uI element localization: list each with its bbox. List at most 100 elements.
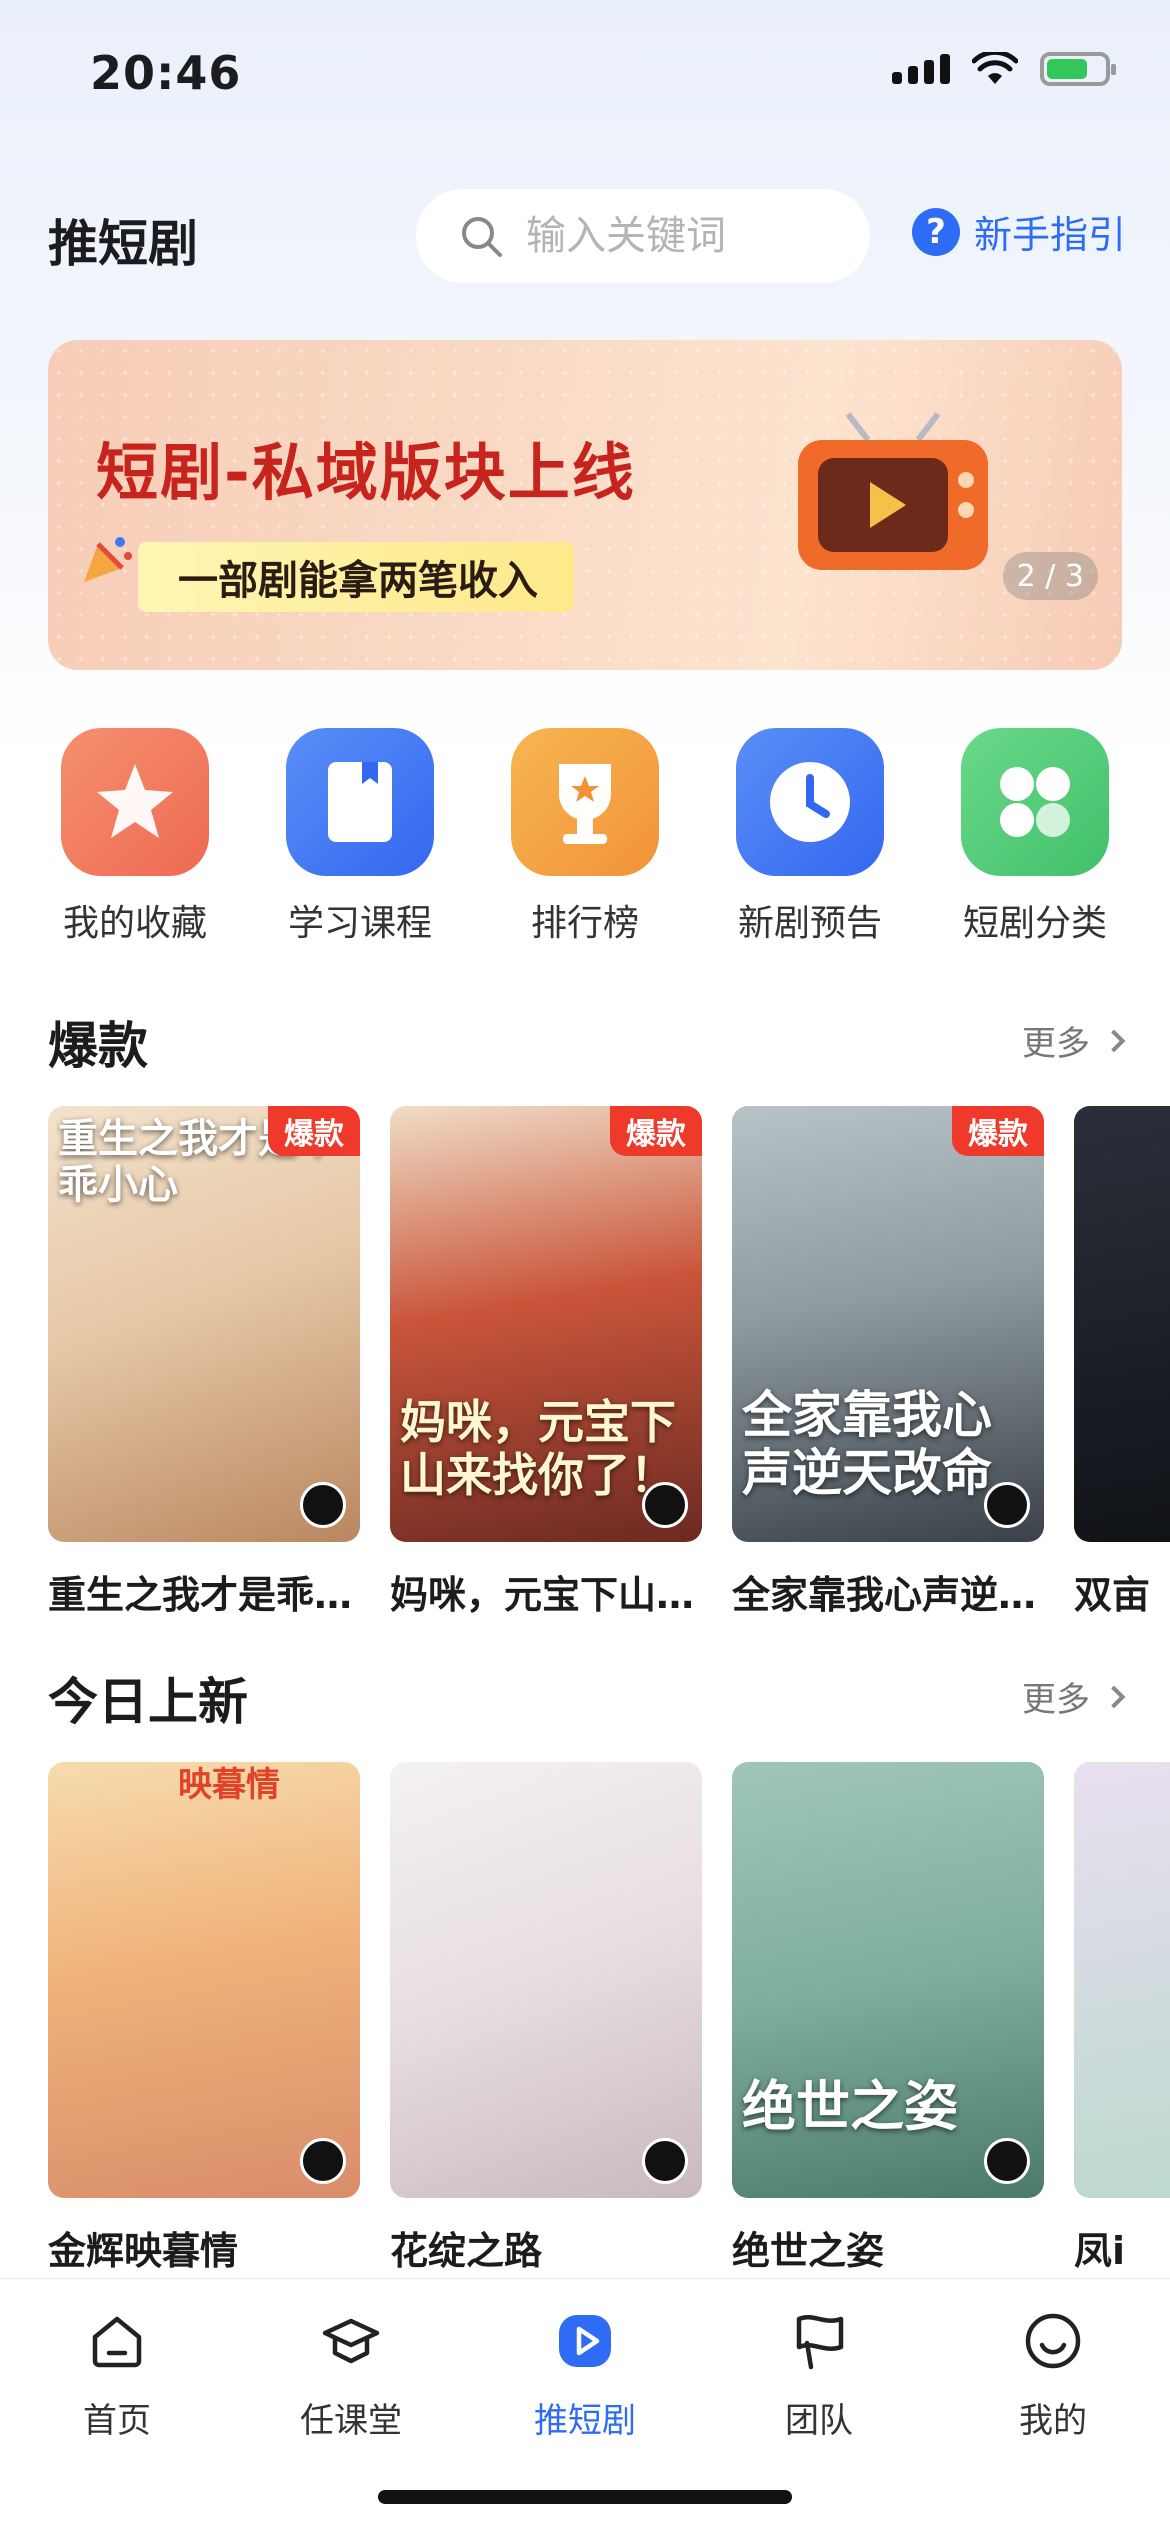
banner-title: 短剧-私域版块上线: [96, 436, 636, 509]
question-mark-icon: ?: [912, 207, 960, 256]
party-popper-icon: [84, 537, 132, 582]
search-input[interactable]: [526, 213, 826, 259]
poster-title: 全家靠我心声逆天改命: [742, 1386, 992, 1502]
hot-section-header: 爆款 更多: [48, 998, 1126, 1078]
home-indicator: [378, 2490, 792, 2504]
quick-nav: 我的收藏 学习课程 排行榜 新剧预告 短剧分类: [0, 728, 1170, 948]
drama-title: 双亩: [1074, 1573, 1151, 1617]
wifi-icon: [972, 52, 1018, 84]
tab-home[interactable]: 首页: [0, 2309, 234, 2442]
drama-title: 花绽之路: [390, 2229, 543, 2273]
star-icon: [61, 728, 209, 876]
hot-row: 重生之我才是乖乖小心 爆款 重生之我才是乖… 妈咪，元宝下山来找你了！ 爆款 妈…: [48, 1106, 1170, 1626]
new-section-header: 今日上新 更多: [48, 1654, 1126, 1734]
chevron-right-icon: [1102, 1029, 1126, 1052]
page-title: 推短剧: [48, 215, 198, 273]
drama-poster: 映暮情: [48, 1762, 360, 2198]
hot-badge: 爆款: [952, 1106, 1044, 1156]
quick-nav-categories[interactable]: 短剧分类: [935, 728, 1135, 946]
search-box[interactable]: [416, 189, 870, 283]
hot-badge: 爆款: [268, 1106, 360, 1156]
drama-card[interactable]: 映暮情 金辉映暮情: [48, 1762, 360, 2275]
tab-label: 推短剧: [534, 2401, 636, 2441]
poster-title: 绝世之姿: [742, 2074, 958, 2138]
header: 推短剧 ? 新手指引: [0, 180, 1170, 290]
banner-subtitle: 一部剧能拿两笔收入: [138, 542, 574, 612]
tab-label: 任课堂: [300, 2401, 402, 2441]
drama-poster: [1074, 1762, 1170, 2198]
new-row: 映暮情 金辉映暮情 花绽之路 绝世之姿 绝世之姿 凤i: [48, 1762, 1170, 2282]
section-title: 今日上新: [48, 1673, 248, 1731]
drama-card[interactable]: 凤i: [1074, 1762, 1170, 2275]
poster-title: 映暮情: [178, 1765, 280, 1805]
drama-title: 凤i: [1074, 2229, 1126, 2273]
quick-nav-label: 学习课程: [287, 903, 432, 944]
poster-title: 妈咪，元宝下山来找你了！: [400, 1395, 676, 1503]
drama-card[interactable]: 绝世之姿 绝世之姿: [732, 1762, 1044, 2275]
drama-card[interactable]: 全家靠我心声逆天改命 爆款 全家靠我心声逆…: [732, 1106, 1044, 1619]
drama-title: 重生之我才是乖…: [48, 1573, 353, 1617]
drama-title: 妈咪，元宝下山…: [390, 1573, 695, 1617]
tab-label: 首页: [83, 2401, 151, 2441]
tiktok-icon: [642, 1482, 688, 1528]
new-more-link[interactable]: 更多: [1022, 1672, 1126, 1721]
drama-card[interactable]: 妈咪，元宝下山来找你了！ 爆款 妈咪，元宝下山…: [390, 1106, 702, 1619]
drama-poster: 全家靠我心声逆天改命 爆款: [732, 1106, 1044, 1542]
graduation-cap-icon: [322, 2318, 380, 2364]
tiktok-icon: [300, 2138, 346, 2184]
tiktok-icon: [984, 1482, 1030, 1528]
drama-poster: 绝世之姿: [732, 1762, 1044, 2198]
drama-poster: 重生之我才是乖乖小心 爆款: [48, 1106, 360, 1542]
drama-card[interactable]: 重生之我才是乖乖小心 爆款 重生之我才是乖…: [48, 1106, 360, 1619]
guide-label: 新手指引: [974, 213, 1127, 257]
drama-card[interactable]: 花绽之路: [390, 1762, 702, 2275]
status-time: 20:46: [90, 46, 242, 100]
drama-poster: [1074, 1106, 1170, 1542]
tiktok-icon: [642, 2138, 688, 2184]
promo-banner[interactable]: 短剧-私域版块上线 一部剧能拿两笔收入 2 / 3: [48, 340, 1122, 670]
status-icons: [892, 52, 1116, 86]
drama-poster: [390, 1762, 702, 2198]
drama-poster: 妈咪，元宝下山来找你了！ 爆款: [390, 1106, 702, 1542]
quick-nav-label: 排行榜: [530, 903, 639, 944]
tab-profile[interactable]: 我的: [936, 2309, 1170, 2442]
quick-nav-label: 我的收藏: [62, 903, 207, 944]
battery-icon: [1040, 52, 1116, 86]
quick-nav-courses[interactable]: 学习课程: [260, 728, 460, 946]
tab-short-drama[interactable]: 推短剧: [468, 2309, 702, 2442]
tab-label: 团队: [785, 2401, 853, 2441]
quick-nav-label: 短剧分类: [962, 903, 1107, 944]
cellular-signal-icon: [892, 54, 950, 84]
quick-nav-label: 新剧预告: [737, 903, 882, 944]
flag-icon: [796, 2315, 844, 2370]
trophy-icon: [511, 728, 659, 876]
status-bar: 20:46: [0, 0, 1170, 150]
chevron-right-icon: [1102, 1685, 1126, 1708]
tiktok-icon: [984, 2138, 1030, 2184]
quick-nav-ranking[interactable]: 排行榜: [485, 728, 685, 946]
play-icon: [559, 2315, 611, 2367]
more-label: 更多: [1022, 1680, 1090, 1720]
drama-title: 绝世之姿: [732, 2229, 885, 2273]
book-icon: [286, 728, 434, 876]
search-icon: [462, 217, 502, 257]
drama-title: 金辉映暮情: [48, 2229, 239, 2273]
tab-label: 我的: [1019, 2401, 1087, 2441]
drama-card[interactable]: 双亩: [1074, 1106, 1170, 1619]
tv-play-icon: [798, 412, 988, 570]
smile-icon: [1025, 2313, 1081, 2369]
tab-team[interactable]: 团队: [702, 2309, 936, 2442]
section-title: 爆款: [48, 1017, 148, 1075]
more-label: 更多: [1022, 1024, 1090, 1064]
hot-more-link[interactable]: 更多: [1022, 1016, 1126, 1065]
quick-nav-favorites[interactable]: 我的收藏: [35, 728, 235, 946]
hot-badge: 爆款: [610, 1106, 702, 1156]
tiktok-icon: [300, 1482, 346, 1528]
home-icon: [92, 2316, 142, 2368]
tab-classroom[interactable]: 任课堂: [234, 2309, 468, 2442]
grid-icon: [961, 728, 1109, 876]
guide-button[interactable]: ? 新手指引: [912, 204, 1126, 259]
drama-title: 全家靠我心声逆…: [732, 1573, 1037, 1617]
quick-nav-previews[interactable]: 新剧预告: [710, 728, 910, 946]
banner-page-indicator: 2 / 3: [1002, 552, 1098, 600]
